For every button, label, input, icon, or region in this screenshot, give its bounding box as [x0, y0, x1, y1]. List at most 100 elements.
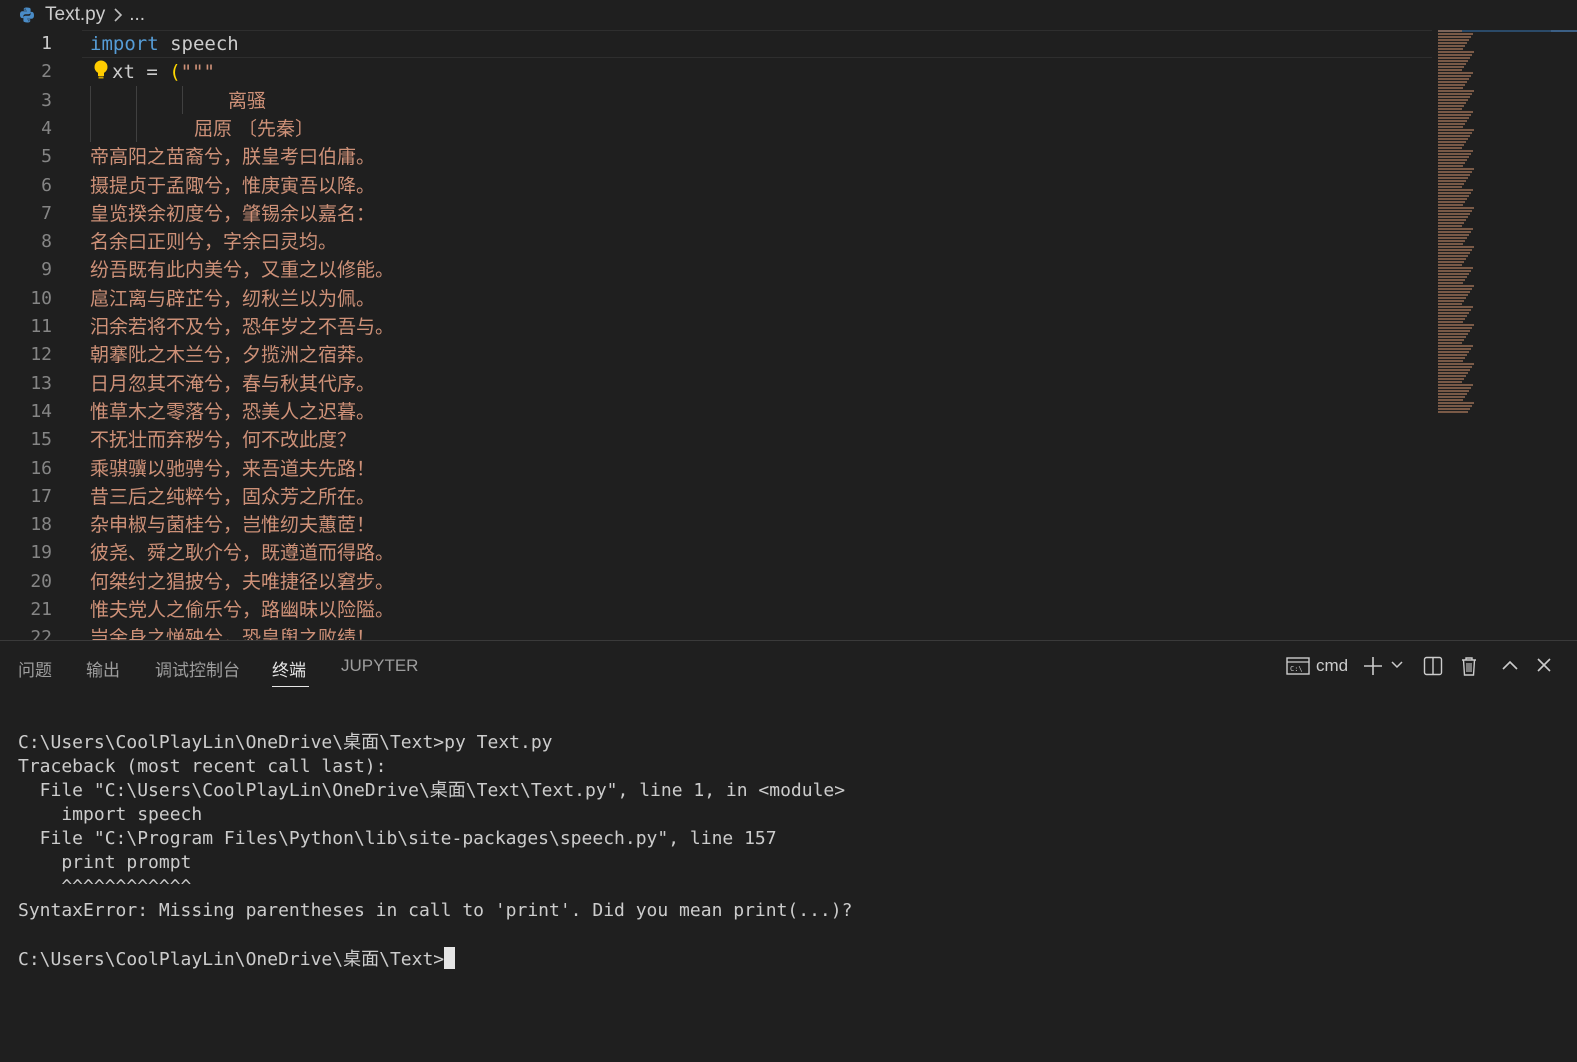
terminal-cursor [444, 947, 456, 969]
lightbulb-icon[interactable] [93, 59, 109, 81]
breadcrumb-file[interactable]: Text.py [45, 4, 105, 26]
minimap-row [1438, 306, 1473, 308]
minimap-row [1438, 273, 1469, 275]
code-line[interactable]: 14 惟草木之零落兮，恐美人之迟暮。 [0, 398, 1430, 426]
terminal-line: ^^^^^^^^^^^^ [18, 876, 192, 897]
code-line[interactable]: 21 惟夫党人之偷乐兮，路幽昧以险隘。 [0, 596, 1430, 624]
tab-output[interactable]: 输出 [86, 656, 120, 681]
code-line[interactable]: 12 朝搴阰之木兰兮，夕揽洲之宿莽。 [0, 341, 1430, 369]
minimap-row [1438, 84, 1465, 86]
terminal-cmd-icon[interactable]: C:\ [1286, 656, 1310, 676]
minimap-row [1438, 33, 1473, 35]
minimap-row [1438, 162, 1465, 164]
code-line[interactable]: 19 彼尧、舜之耿介兮，既遵道而得路。 [0, 539, 1430, 567]
code-line[interactable]: 13 日月忽其不淹兮，春与秋其代序。 [0, 370, 1430, 398]
minimap-row [1438, 330, 1470, 332]
terminal-line: Traceback (most recent call last): [18, 756, 387, 777]
code-line[interactable]: 20 何桀纣之猖披兮，夫唯捷径以窘步。 [0, 568, 1430, 596]
shell-label[interactable]: cmd [1316, 656, 1348, 676]
minimap-row [1438, 207, 1474, 209]
plus-icon[interactable] [1363, 656, 1383, 676]
minimap-row [1438, 264, 1462, 266]
minimap-row [1438, 108, 1462, 110]
identifier-token: speech [158, 33, 239, 55]
code-line[interactable]: 16 乘骐骥以驰骋兮，来吾道夫先路！ [0, 455, 1430, 483]
minimap-row [1438, 123, 1465, 125]
terminal-line: C:\Users\CoolPlayLin\OneDrive\桌面\Text>py… [18, 732, 553, 753]
line-number: 18 [30, 514, 52, 536]
minimap-row [1438, 231, 1471, 233]
code-line[interactable]: 11 汨余若将不及兮，恐年岁之不吾与。 [0, 313, 1430, 341]
tab-terminal[interactable]: 终端 [272, 656, 306, 681]
code-line[interactable]: 2 xt = (""" [0, 58, 1430, 86]
code-line[interactable]: 9 纷吾既有此内美兮，又重之以修能。 [0, 256, 1430, 284]
minimap-row [1438, 300, 1464, 302]
tab-jupyter[interactable]: JUPYTER [341, 656, 418, 676]
code-line[interactable]: 4 屈原 〔先秦〕 [0, 115, 1430, 143]
line-number: 1 [41, 33, 52, 54]
terminal-output[interactable]: C:\Users\CoolPlayLin\OneDrive\桌面\Text>py… [18, 731, 1558, 1051]
code-line[interactable]: 6 摄提贞于孟陬兮，惟庚寅吾以降。 [0, 172, 1430, 200]
line-number: 14 [30, 400, 52, 422]
terminal-line: import speech [18, 804, 203, 825]
code-line[interactable]: 22 岂余身之惮殃兮，恐皇舆之败绩！ [0, 624, 1430, 640]
minimap-row [1438, 54, 1472, 56]
breadcrumb-more[interactable]: ... [129, 4, 145, 26]
minimap-row [1438, 387, 1471, 389]
active-tab-indicator [272, 686, 309, 687]
split-terminal-icon[interactable] [1423, 656, 1443, 676]
code-text: 离骚 [228, 87, 266, 115]
code-line[interactable]: 17 昔三后之纯粹兮，固众芳之所在。 [0, 483, 1430, 511]
close-icon[interactable] [1536, 657, 1552, 673]
code-editor[interactable]: 1 import speech 2 xt = (""" 3 离骚 4 屈原 〔先秦〕 5 帝高阳之… [0, 30, 1577, 640]
svg-text:C:\: C:\ [1290, 665, 1303, 673]
minimap-row [1438, 285, 1474, 287]
minimap-row [1438, 90, 1474, 92]
code-line[interactable]: 15 不抚壮而弃秽兮，何不改此度？ [0, 426, 1430, 454]
tab-debug-console[interactable]: 调试控制台 [155, 656, 240, 681]
minimap-row [1438, 318, 1465, 320]
code-line[interactable]: 5 帝高阳之苗裔兮，朕皇考曰伯庸。 [0, 143, 1430, 171]
minimap-row [1438, 348, 1471, 350]
minimap-row [1438, 120, 1467, 122]
panel-tabs: 问题 输出 调试控制台 终端 JUPYTER [0, 648, 1100, 692]
minimap-row [1438, 48, 1463, 50]
minimap-row [1438, 63, 1466, 65]
chevron-up-icon[interactable] [1502, 659, 1518, 671]
tab-problems[interactable]: 问题 [18, 656, 52, 681]
string-token: 何桀纣之猖披兮，夫唯捷径以窘步。 [90, 570, 395, 593]
scrollbar-edge [1551, 30, 1577, 32]
code-text: 名余曰正则兮，字余曰灵均。 [90, 228, 337, 256]
chevron-down-icon[interactable] [1391, 660, 1403, 670]
minimap-row [1438, 342, 1462, 344]
minimap-row [1438, 210, 1472, 212]
line-number: 4 [41, 117, 52, 139]
minimap-row [1438, 102, 1466, 104]
code-line[interactable]: 3 离骚 [0, 87, 1430, 115]
trash-icon[interactable] [1460, 656, 1478, 676]
minimap-row [1438, 135, 1470, 137]
code-line[interactable]: 7 皇览揆余初度兮，肇锡余以嘉名： [0, 200, 1430, 228]
minimap-row [1438, 99, 1468, 101]
minimap-row [1438, 177, 1468, 179]
minimap-row [1438, 279, 1465, 281]
code-text: xt = (""" [112, 58, 215, 86]
minimap-row [1438, 360, 1463, 362]
code-line[interactable]: 10 扈江离与辟芷兮，纫秋兰以为佩。 [0, 285, 1430, 313]
code-line[interactable]: 1 import speech [0, 30, 1430, 58]
minimap-row [1438, 198, 1467, 200]
code-line[interactable]: 8 名余曰正则兮，字余曰灵均。 [0, 228, 1430, 256]
code-text: 杂申椒与菌桂兮，岂惟纫夫蕙茝！ [90, 511, 375, 539]
minimap-row [1438, 213, 1470, 215]
minimap-row [1438, 189, 1473, 191]
minimap-row [1438, 354, 1467, 356]
minimap-row [1438, 126, 1463, 128]
code-text: 不抚壮而弃秽兮，何不改此度？ [90, 426, 356, 454]
minimap-row [1438, 30, 1462, 32]
string-token: 汨余若将不及兮，恐年岁之不吾与。 [90, 316, 395, 338]
code-line[interactable]: 18 杂申椒与菌桂兮，岂惟纫夫蕙茝！ [0, 511, 1430, 539]
code-text: 屈原 〔先秦〕 [194, 115, 314, 143]
string-token: 帝高阳之苗裔兮，朕皇考曰伯庸。 [90, 146, 376, 169]
minimap[interactable] [1438, 30, 1483, 420]
bracket-token: ( [169, 61, 181, 84]
